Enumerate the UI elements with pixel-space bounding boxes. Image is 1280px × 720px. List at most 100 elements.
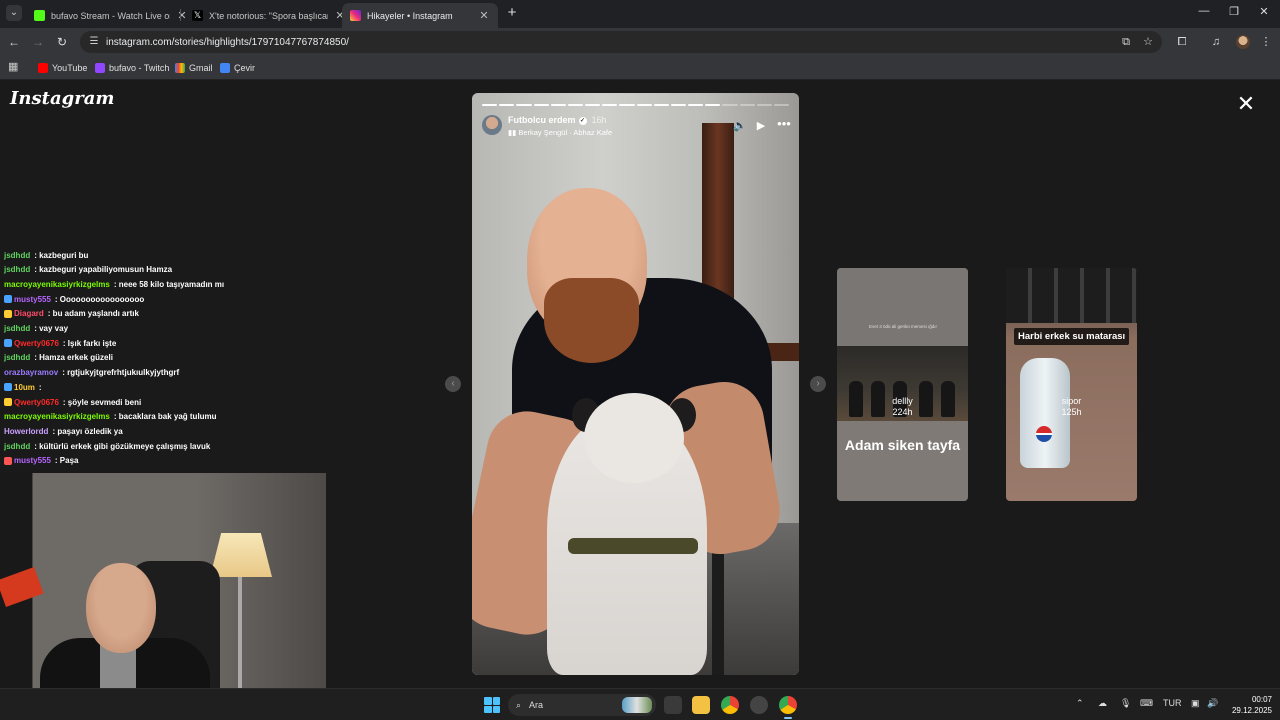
chat-username[interactable]: musty555 [14,456,51,465]
clock-date: 29.12.2025 [1231,706,1272,715]
media-control-icon[interactable]: ♫ [1208,34,1224,50]
play-icon[interactable]: ▶ [754,119,768,132]
story-preview-card[interactable]: Harbi erkek su matarası sipor 125h [1006,268,1137,501]
chrome-icon[interactable] [721,696,739,714]
preview-user-info: dellly 224h [892,396,913,418]
chat-username[interactable]: jsdhdd [4,353,30,362]
story-user-avatar[interactable] [482,115,502,135]
close-window-icon[interactable]: ✕ [1256,5,1272,18]
input-language[interactable]: TUR [1163,698,1182,708]
more-options-icon[interactable]: ••• [777,116,791,131]
chat-username[interactable]: 10um [14,383,35,392]
story-progress-segment [653,104,669,106]
chat-username[interactable]: Diagard [14,309,44,318]
story-progress-segment [585,104,601,106]
translate-icon [220,63,230,73]
chat-username[interactable]: musty555 [14,295,51,304]
microphone-icon[interactable]: 🎙 [1120,698,1131,709]
tab-search-button[interactable]: ⌄ [6,5,22,21]
search-highlight-image [622,697,652,713]
bookmark-twitch[interactable]: bufavo - Twitch [95,60,169,76]
close-stories-icon[interactable]: ✕ [1236,93,1256,115]
story-username[interactable]: Futbolcu erdem [508,115,576,125]
chat-message: jsdhdd : Hamza erkek güzeli [4,351,113,365]
chat-badge-icon [4,295,12,304]
next-story-icon[interactable]: › [810,376,826,392]
previous-story-icon[interactable]: ‹ [445,376,461,392]
chat-message: orazbayramov: rgtjukyjtgrefrhtjukıulkyjy… [4,366,179,380]
chat-text: : Hamza erkek güzeli [34,353,113,363]
file-explorer-icon[interactable] [692,696,710,714]
profile-avatar[interactable] [1236,35,1250,49]
chat-username[interactable]: macroyayenikasiyrkizgelms [4,412,110,421]
instagram-logo[interactable]: Instagram [10,88,114,109]
chat-username[interactable]: Howerlordd [4,427,48,436]
forward-icon[interactable]: → [30,34,46,50]
bookmark-label: Gmail [189,63,213,73]
chrome-active-icon[interactable] [779,696,797,719]
story-progress-segment [722,104,738,106]
chat-text: : kazbeguri bu [34,250,89,260]
chat-text: : bu adam yaşlandı artık [47,309,139,319]
install-app-icon[interactable]: ⧉ [1118,34,1134,50]
network-icon[interactable]: ▣ [1191,698,1200,709]
onedrive-icon[interactable]: ☁ [1098,698,1107,709]
chat-username[interactable]: jsdhdd [4,251,30,260]
site-info-icon[interactable]: ☰ [88,36,100,48]
chat-text: : [38,382,42,392]
story-username-row[interactable]: Futbolcu erdem ✓ 16h [508,115,607,125]
tray-expand-icon[interactable]: ⌃ [1076,698,1084,709]
preview-person [919,381,933,417]
restore-icon[interactable]: ❐ [1226,5,1242,18]
story-music-row[interactable]: ▮▮ Berkay Şengül · Abhaz Kafe [508,128,612,137]
task-view-icon[interactable] [664,696,682,714]
bookmark-star-icon[interactable]: ☆ [1140,34,1156,50]
tab-bufavo-stream[interactable]: bufavo Stream - Watch Live on ✕ [26,3,196,28]
chat-message: macroyayenikasiyrkizgelms: bacaklara bak… [4,410,217,424]
new-tab-button[interactable]: + [504,5,520,21]
bookmark-translate[interactable]: Çevir [220,60,255,76]
taskbar-search[interactable]: ⌕ Ara [508,694,656,716]
keyboard-icon[interactable]: ⌨ [1140,698,1153,709]
page-scrollbar[interactable] [1270,80,1280,688]
tab-x-post[interactable]: 𝕏 X'te notorious: "Spora başlıcam ✕ [184,3,354,28]
chat-username[interactable]: orazbayramov [4,368,58,377]
back-icon[interactable]: ← [6,34,22,50]
chat-username[interactable]: macroyayenikasiyrkizgelms [4,280,110,289]
preview-weights-photo [1006,268,1137,323]
reload-icon[interactable]: ↻ [54,34,70,50]
chat-username[interactable]: Qwerty0676 [14,339,59,348]
preview-user-info: sipor 125h [1061,396,1081,418]
extensions-icon[interactable]: ⧠ [1174,34,1190,50]
story-preview-card[interactable]: Evet 3 ödü ali gerikü memesi ığdır delll… [837,268,968,501]
taskbar-clock[interactable]: 00:07 29.12.2025 [1228,694,1272,716]
volume-icon[interactable]: 🔊 [1207,698,1218,709]
close-tab-icon[interactable]: ✕ [478,9,490,22]
chat-message: musty555: Ooooooooooooooooo [4,292,144,306]
chat-username[interactable]: jsdhdd [4,265,30,274]
preview-top-area [837,268,968,346]
x-favicon-icon: 𝕏 [192,10,203,21]
chat-username[interactable]: Qwerty0676 [14,398,59,407]
windows-taskbar: ⌕ Ara ⌃ ☁ 🎙 ⌨ TUR ▣ 🔊 00:07 29.12.2025 [0,688,1280,720]
chat-badge-icon [4,398,12,406]
story-viewer[interactable]: Futbolcu erdem ✓ 16h ▮▮ Berkay Şengül · Ab… [472,93,799,675]
chat-message: Diagard: bu adam yaşlandı artık [4,307,139,321]
chat-message: Qwerty0676: şöyle sevmedi beni [4,395,141,409]
apps-grid-icon[interactable]: ▦ [8,61,20,73]
windows-start-icon[interactable] [484,697,500,713]
minimize-icon[interactable]: — [1196,5,1212,17]
tab-instagram-stories[interactable]: Hikayeler • Instagram ✕ [342,3,498,28]
steam-icon[interactable] [750,696,768,714]
story-progress-segment [619,104,635,106]
chat-text: : neee 58 kilo taşıyamadın mı [113,279,225,289]
menu-kebab-icon[interactable]: ⋮ [1258,34,1274,50]
bookmark-youtube[interactable]: YouTube [38,60,87,76]
address-bar[interactable]: ☰ instagram.com/stories/highlights/17971… [80,31,1162,53]
story-progress-segment [739,104,755,106]
chat-username[interactable]: jsdhdd [4,442,30,451]
mute-icon[interactable]: 🔈 [733,119,747,132]
bookmark-gmail[interactable]: Gmail [175,60,213,76]
chat-username[interactable]: jsdhdd [4,324,30,333]
story-progress-segment [636,104,652,106]
